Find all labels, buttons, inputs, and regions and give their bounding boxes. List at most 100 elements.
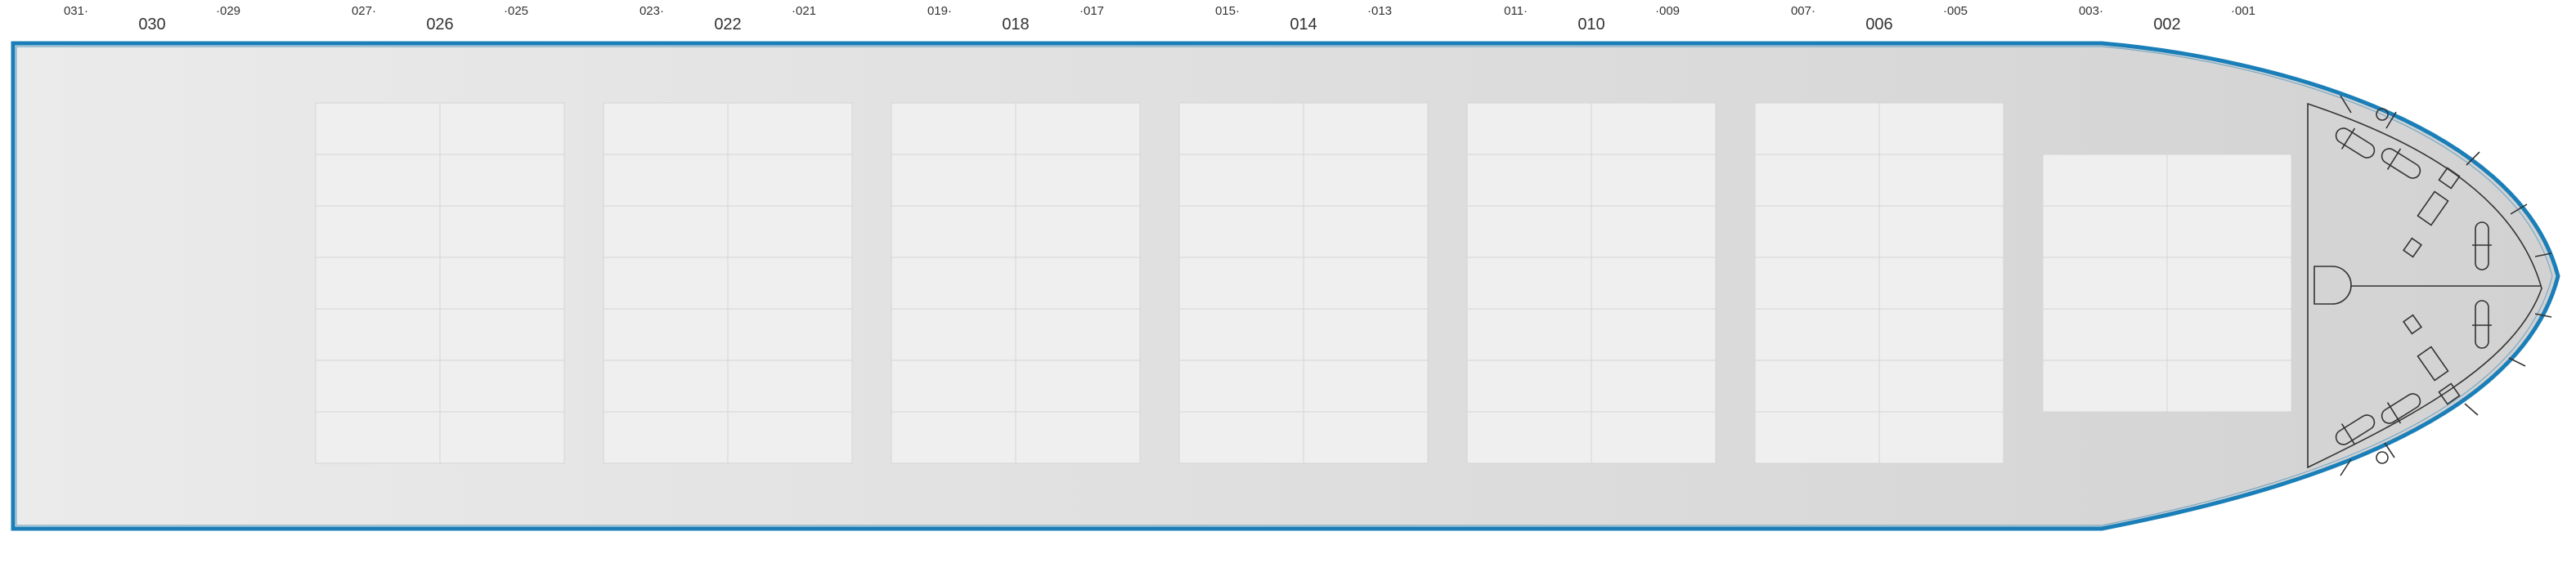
container-slot[interactable] <box>315 205 441 258</box>
container-slot[interactable] <box>891 205 1016 258</box>
container-slot[interactable] <box>1466 257 1592 310</box>
container-slot[interactable] <box>315 308 441 361</box>
container-slot[interactable] <box>891 102 1016 155</box>
container-slot[interactable] <box>727 257 853 310</box>
container-slot[interactable] <box>727 102 853 155</box>
container-slot[interactable] <box>2166 205 2292 258</box>
container-slot[interactable] <box>2042 308 2168 361</box>
container-slot[interactable] <box>1591 102 1717 155</box>
container-slot[interactable] <box>2042 257 2168 310</box>
container-slot[interactable] <box>891 411 1016 464</box>
container-slot[interactable] <box>1878 257 2004 310</box>
container-slot[interactable] <box>1754 102 1880 155</box>
container-slot[interactable] <box>439 154 565 207</box>
container-slot[interactable] <box>1466 154 1592 207</box>
container-slot[interactable] <box>1754 257 1880 310</box>
container-slot[interactable] <box>2042 205 2168 258</box>
container-slot[interactable] <box>315 411 441 464</box>
container-slot[interactable] <box>1303 411 1429 464</box>
container-slot[interactable] <box>1754 154 1880 207</box>
container-slot[interactable] <box>1178 360 1304 413</box>
container-slot[interactable] <box>1878 154 2004 207</box>
container-slot[interactable] <box>2042 360 2168 413</box>
container-slot[interactable] <box>727 411 853 464</box>
container-slot[interactable] <box>1878 360 2004 413</box>
bay-label: 018 <box>1002 16 1029 34</box>
container-slot[interactable] <box>603 257 729 310</box>
container-slot[interactable] <box>1878 102 2004 155</box>
container-slot[interactable] <box>1015 102 1141 155</box>
container-slot[interactable] <box>727 360 853 413</box>
container-slot[interactable] <box>1591 257 1717 310</box>
container-slot[interactable] <box>1303 360 1429 413</box>
container-slot[interactable] <box>1466 411 1592 464</box>
container-slot[interactable] <box>1015 257 1141 310</box>
bay-label: 006 <box>1865 16 1892 34</box>
container-slot[interactable] <box>439 102 565 155</box>
container-slot[interactable] <box>1591 205 1717 258</box>
bulwark-frame <box>2508 357 2526 367</box>
container-slot[interactable] <box>1178 411 1304 464</box>
container-slot[interactable] <box>439 411 565 464</box>
container-slot[interactable] <box>1178 205 1304 258</box>
container-slot[interactable] <box>603 411 729 464</box>
container-slot[interactable] <box>727 205 853 258</box>
container-slot[interactable] <box>1015 308 1141 361</box>
container-slot[interactable] <box>1015 205 1141 258</box>
container-slot[interactable] <box>603 308 729 361</box>
container-slot[interactable] <box>1303 257 1429 310</box>
bay-aft-label: 023· <box>640 4 664 18</box>
container-slot[interactable] <box>1303 102 1429 155</box>
container-slot[interactable] <box>1878 411 2004 464</box>
container-slot[interactable] <box>1591 154 1717 207</box>
container-slot[interactable] <box>1015 360 1141 413</box>
container-slot[interactable] <box>1015 154 1141 207</box>
hawse-pipe-icon <box>2376 451 2389 464</box>
container-slot[interactable] <box>603 360 729 413</box>
container-slot[interactable] <box>2166 360 2292 413</box>
container-slot[interactable] <box>891 257 1016 310</box>
container-slot[interactable] <box>1878 205 2004 258</box>
container-slot[interactable] <box>891 308 1016 361</box>
container-slot[interactable] <box>727 154 853 207</box>
container-slot[interactable] <box>1178 102 1304 155</box>
container-slot[interactable] <box>1303 205 1429 258</box>
container-slot[interactable] <box>315 360 441 413</box>
container-slot[interactable] <box>1466 308 1592 361</box>
container-slot[interactable] <box>1178 257 1304 310</box>
container-slot[interactable] <box>1754 411 1880 464</box>
container-slot[interactable] <box>439 360 565 413</box>
container-slot[interactable] <box>315 102 441 155</box>
container-slot[interactable] <box>1878 308 2004 361</box>
container-slot[interactable] <box>1754 360 1880 413</box>
container-slot[interactable] <box>603 154 729 207</box>
container-slot[interactable] <box>727 308 853 361</box>
container-slot[interactable] <box>603 102 729 155</box>
container-slot[interactable] <box>1466 205 1592 258</box>
container-slot[interactable] <box>1303 308 1429 361</box>
container-slot[interactable] <box>603 205 729 258</box>
container-slot[interactable] <box>1466 360 1592 413</box>
container-slot[interactable] <box>1591 360 1717 413</box>
container-slot[interactable] <box>2166 154 2292 207</box>
container-slot[interactable] <box>315 154 441 207</box>
container-slot[interactable] <box>1015 411 1141 464</box>
container-slot[interactable] <box>1754 205 1880 258</box>
container-slot[interactable] <box>1178 308 1304 361</box>
container-slot[interactable] <box>439 257 565 310</box>
bay-fwd-label: ·013 <box>1367 4 1392 18</box>
container-slot[interactable] <box>1591 308 1717 361</box>
container-slot[interactable] <box>1303 154 1429 207</box>
container-slot[interactable] <box>891 360 1016 413</box>
container-slot[interactable] <box>1754 308 1880 361</box>
container-slot[interactable] <box>2042 154 2168 207</box>
container-slot[interactable] <box>2166 308 2292 361</box>
container-slot[interactable] <box>439 205 565 258</box>
container-slot[interactable] <box>2166 257 2292 310</box>
container-slot[interactable] <box>315 257 441 310</box>
container-slot[interactable] <box>1178 154 1304 207</box>
container-slot[interactable] <box>891 154 1016 207</box>
container-slot[interactable] <box>1466 102 1592 155</box>
container-slot[interactable] <box>1591 411 1717 464</box>
container-slot[interactable] <box>439 308 565 361</box>
